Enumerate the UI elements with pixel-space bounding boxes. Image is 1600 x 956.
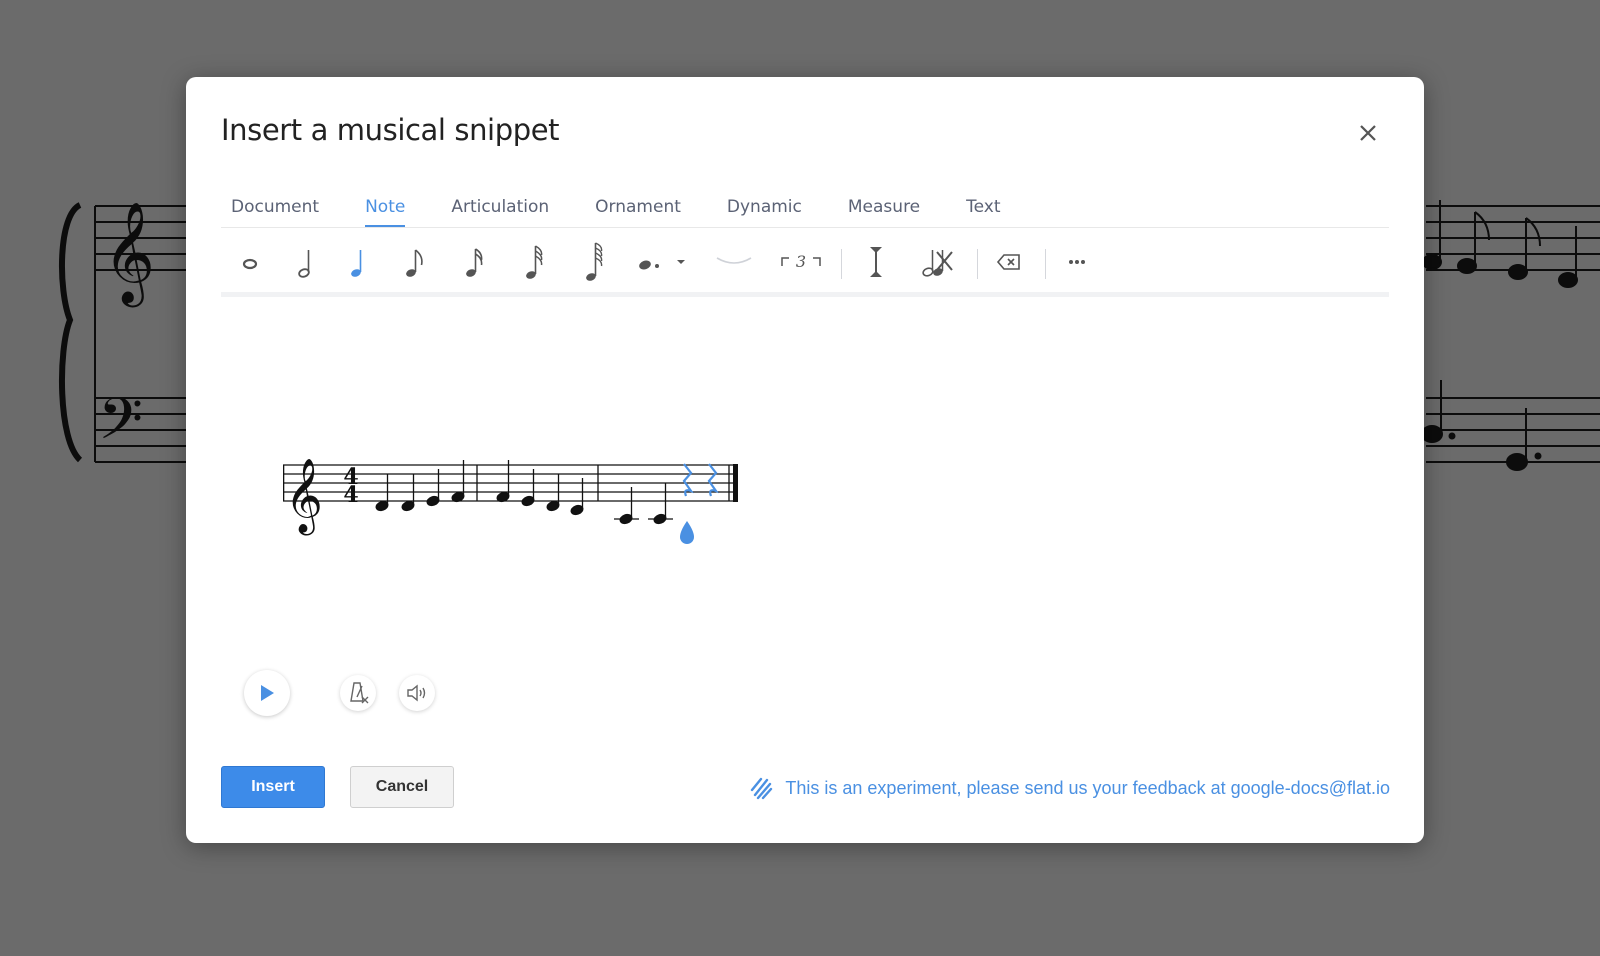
eighth-note-button[interactable] bbox=[399, 232, 429, 292]
toolbar-divider bbox=[977, 249, 978, 279]
tie-icon bbox=[716, 257, 752, 264]
close-button[interactable] bbox=[1352, 117, 1384, 149]
toolbar-divider bbox=[841, 249, 842, 279]
quarter-rest-selected[interactable] bbox=[682, 463, 719, 497]
rest-toggle-icon bbox=[922, 250, 953, 277]
more-button[interactable] bbox=[1061, 232, 1093, 292]
delete-icon bbox=[996, 254, 1020, 270]
time-signature-bottom: 4 bbox=[343, 482, 358, 508]
delete-button[interactable] bbox=[993, 232, 1025, 292]
sixteenth-note-icon bbox=[466, 248, 483, 277]
tab-dynamic[interactable]: Dynamic bbox=[704, 189, 825, 226]
tab-bar: Document Note Articulation Ornament Dyna… bbox=[221, 189, 1389, 228]
whole-note-button[interactable] bbox=[235, 232, 265, 292]
dot-dropdown-button[interactable] bbox=[671, 232, 691, 292]
dot-button[interactable] bbox=[633, 232, 667, 292]
sound-button[interactable] bbox=[399, 675, 435, 711]
metronome-off-icon bbox=[350, 682, 369, 704]
cursor-drop-icon[interactable] bbox=[680, 521, 694, 544]
tuplet-icon: 3 bbox=[781, 252, 821, 271]
measure-3[interactable] bbox=[614, 483, 673, 525]
svg-text:𝄢: 𝄢 bbox=[98, 385, 143, 467]
play-icon bbox=[261, 685, 274, 701]
tuplet-label: 3 bbox=[796, 252, 806, 271]
quarter-note-icon bbox=[351, 250, 362, 277]
close-icon bbox=[1360, 125, 1376, 141]
measure-2[interactable] bbox=[496, 460, 584, 516]
tie-button[interactable] bbox=[713, 232, 755, 292]
note-toolbar: 3 bbox=[221, 232, 1389, 297]
cursor-icon bbox=[870, 247, 882, 277]
tab-document[interactable]: Document bbox=[221, 189, 342, 226]
feedback-text[interactable]: This is an experiment, please send us yo… bbox=[785, 778, 1390, 799]
flat-logo-icon bbox=[751, 777, 773, 800]
speaker-icon bbox=[407, 684, 426, 702]
thirty-second-note-button[interactable] bbox=[519, 232, 549, 292]
quarter-note-button[interactable] bbox=[343, 232, 373, 292]
half-note-icon bbox=[298, 250, 310, 278]
rest-toggle-button[interactable] bbox=[917, 232, 957, 292]
dot-dropdown-icon bbox=[677, 260, 685, 264]
play-button[interactable] bbox=[244, 670, 290, 716]
tab-articulation[interactable]: Articulation bbox=[428, 189, 572, 226]
score-canvas[interactable]: 𝄞 4 4 bbox=[283, 367, 763, 547]
metronome-button[interactable] bbox=[340, 675, 376, 711]
insert-snippet-dialog: Insert a musical snippet Document Note A… bbox=[186, 77, 1424, 843]
tab-measure[interactable]: Measure bbox=[825, 189, 943, 226]
dialog-title: Insert a musical snippet bbox=[221, 113, 560, 147]
tuplet-button[interactable]: 3 bbox=[777, 232, 825, 292]
tab-ornament[interactable]: Ornament bbox=[572, 189, 704, 226]
feedback-notice: This is an experiment, please send us yo… bbox=[749, 775, 1390, 801]
treble-clef: 𝄞 bbox=[285, 459, 323, 536]
measure-1[interactable] bbox=[375, 460, 465, 512]
cursor-button[interactable] bbox=[861, 232, 891, 292]
sixty-fourth-note-icon bbox=[586, 242, 603, 281]
more-icon bbox=[1069, 260, 1085, 264]
tab-note[interactable]: Note bbox=[342, 189, 428, 227]
svg-text:𝄞: 𝄞 bbox=[103, 200, 155, 308]
toolbar-divider bbox=[1045, 249, 1046, 279]
tab-text[interactable]: Text bbox=[943, 189, 1023, 226]
final-barline-thick bbox=[733, 464, 738, 502]
dot-icon bbox=[639, 260, 659, 270]
whole-note-icon bbox=[242, 258, 258, 270]
half-note-button[interactable] bbox=[291, 232, 321, 292]
thirty-second-note-icon bbox=[526, 245, 543, 279]
sixteenth-note-button[interactable] bbox=[459, 232, 489, 292]
eighth-note-icon bbox=[406, 249, 423, 277]
insert-button[interactable]: Insert bbox=[221, 766, 325, 808]
cancel-button[interactable]: Cancel bbox=[350, 766, 454, 808]
sixty-fourth-note-button[interactable] bbox=[579, 232, 609, 292]
